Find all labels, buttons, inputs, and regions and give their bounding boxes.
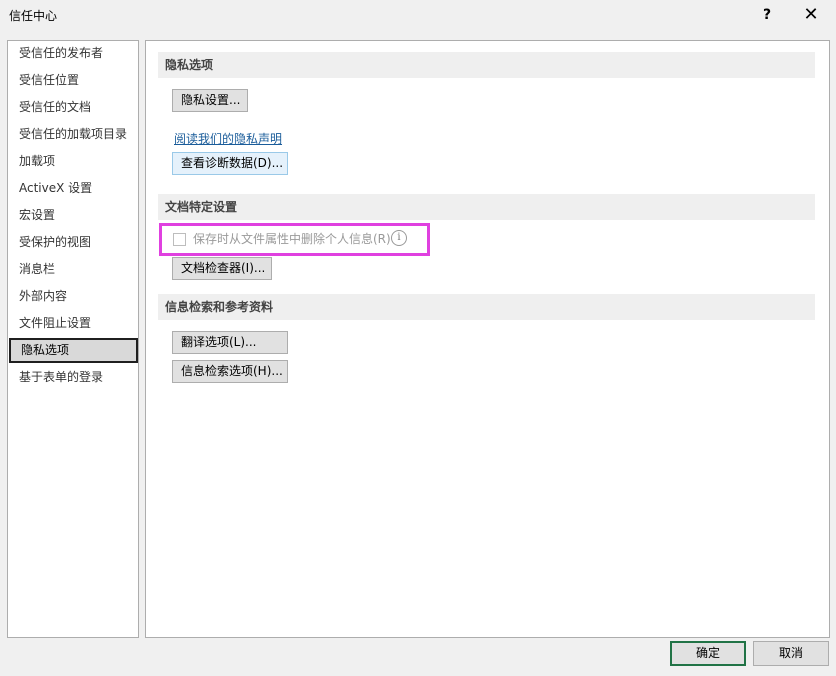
sidebar-item-trusted-locations[interactable]: 受信任位置 xyxy=(8,68,138,93)
view-diagnostic-data-button[interactable]: 查看诊断数据(D)... xyxy=(172,152,288,175)
privacy-options-header: 隐私选项 xyxy=(158,52,815,78)
sidebar-item-form-based-sign-in[interactable]: 基于表单的登录 xyxy=(8,365,138,390)
sidebar-item-message-bar[interactable]: 消息栏 xyxy=(8,257,138,282)
help-icon[interactable]: ? xyxy=(753,3,781,27)
trust-center-dialog: 信任中心 ? ✕ 受信任的发布者 受信任位置 受信任的文档 受信任的加载项目录 … xyxy=(0,0,836,676)
sidebar-item-external-content[interactable]: 外部内容 xyxy=(8,284,138,309)
sidebar-item-protected-view[interactable]: 受保护的视图 xyxy=(8,230,138,255)
sidebar-item-trusted-addin-catalogs[interactable]: 受信任的加载项目录 xyxy=(8,122,138,147)
cancel-button[interactable]: 取消 xyxy=(753,641,829,666)
sidebar-item-file-block-settings[interactable]: 文件阻止设置 xyxy=(8,311,138,336)
remove-personal-info-label: 保存时从文件属性中删除个人信息(R) xyxy=(193,232,391,246)
translation-options-button[interactable]: 翻译选项(L)... xyxy=(172,331,288,354)
close-icon[interactable]: ✕ xyxy=(797,3,825,27)
document-inspector-button[interactable]: 文档检查器(I)... xyxy=(172,257,272,280)
research-header: 信息检索和参考资料 xyxy=(158,294,815,320)
privacy-statement-link[interactable]: 阅读我们的隐私声明 xyxy=(174,130,282,147)
privacy-settings-button[interactable]: 隐私设置... xyxy=(172,89,248,112)
info-icon[interactable]: i xyxy=(391,230,407,246)
sidebar-item-trusted-documents[interactable]: 受信任的文档 xyxy=(8,95,138,120)
sidebar-item-activex-settings[interactable]: ActiveX 设置 xyxy=(8,176,138,201)
remove-personal-info-checkbox[interactable] xyxy=(173,233,186,246)
title-bar: 信任中心 ? ✕ xyxy=(0,0,836,30)
ok-button[interactable]: 确定 xyxy=(670,641,746,666)
sidebar-item-addins[interactable]: 加载项 xyxy=(8,149,138,174)
research-options-button[interactable]: 信息检索选项(H)... xyxy=(172,360,288,383)
dialog-title: 信任中心 xyxy=(9,9,58,23)
sidebar-item-privacy-options[interactable]: 隐私选项 xyxy=(9,338,138,363)
document-settings-header: 文档特定设置 xyxy=(158,194,815,220)
sidebar-item-macro-settings[interactable]: 宏设置 xyxy=(8,203,138,228)
main-panel: 隐私选项 隐私设置... 阅读我们的隐私声明 查看诊断数据(D)... 文档特定… xyxy=(145,40,830,638)
sidebar-nav: 受信任的发布者 受信任位置 受信任的文档 受信任的加载项目录 加载项 Activ… xyxy=(7,40,139,638)
sidebar-item-trusted-publishers[interactable]: 受信任的发布者 xyxy=(8,41,138,66)
